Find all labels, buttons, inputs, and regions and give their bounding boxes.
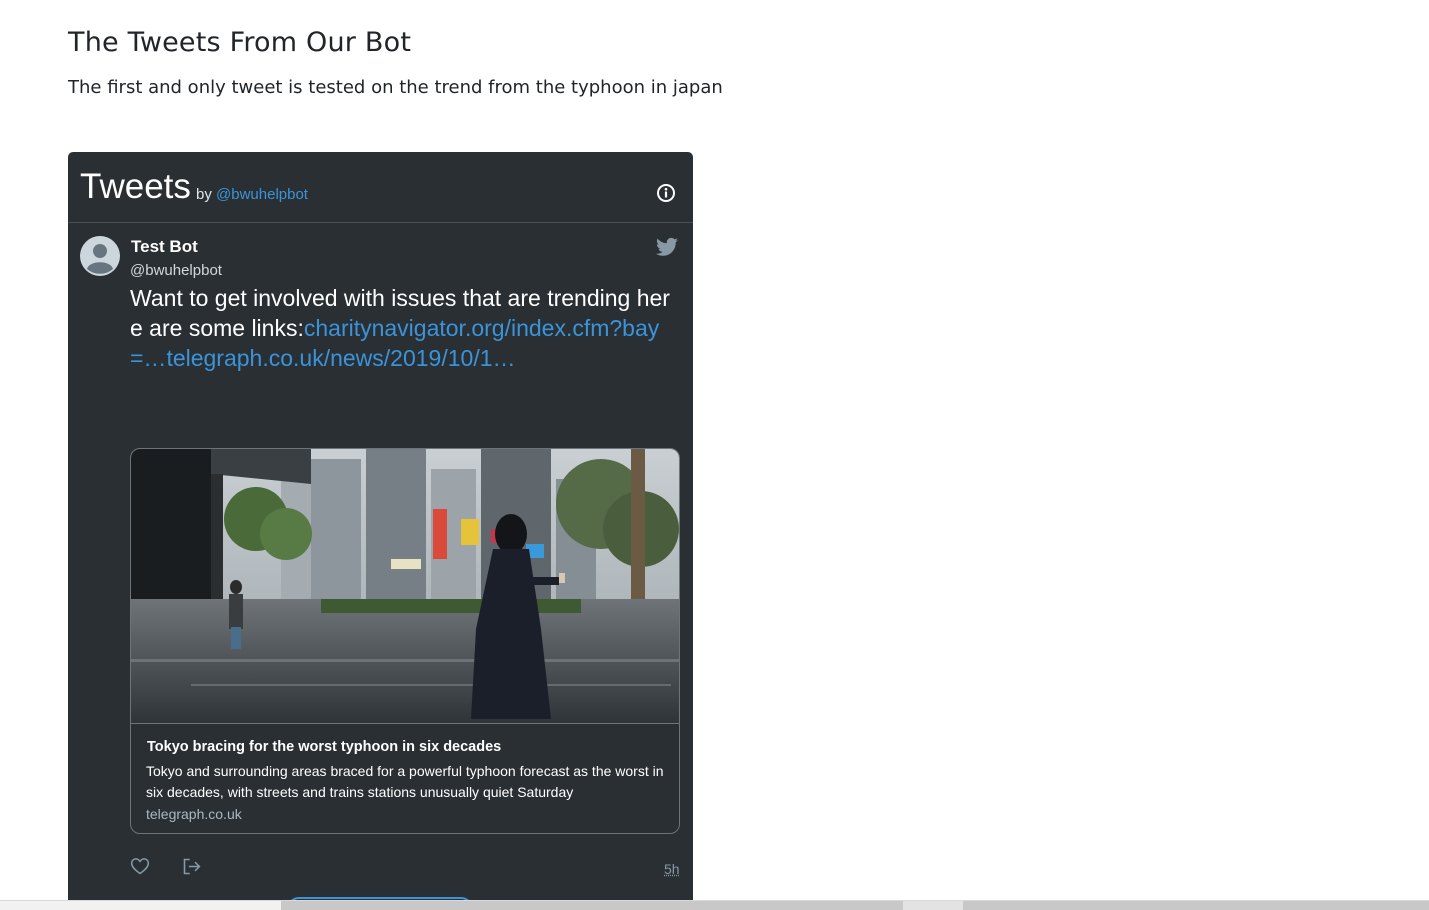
card-domain: telegraph.co.uk (146, 806, 242, 822)
page-title: The Tweets From Our Bot (68, 27, 412, 58)
link-preview-card[interactable]: Tokyo bracing for the worst typhoon in s… (130, 448, 680, 834)
tweet-link-telegraph[interactable]: telegraph.co.uk/news/2019/10/1… (166, 345, 515, 371)
tweet-timestamp[interactable]: 5h (664, 861, 680, 877)
card-description: Tokyo and surrounding areas braced for a… (146, 763, 664, 800)
page-description: The first and only tweet is tested on th… (68, 77, 723, 98)
twitter-bird-icon[interactable] (656, 237, 678, 257)
twitter-timeline-embed: Tweets by @bwuhelpbot Test Bot @bwuhelpb… (68, 152, 693, 900)
tweet-text: Want to get involved with issues that ar… (130, 283, 682, 373)
heart-icon[interactable] (130, 856, 150, 876)
timeline-header: Tweets by @bwuhelpbot (68, 152, 693, 223)
card-image-tokyo-rain[interactable] (131, 449, 679, 724)
timeline-by-label: by (196, 186, 212, 203)
info-icon[interactable] (656, 183, 676, 203)
avatar[interactable] (80, 236, 120, 276)
tweet-author-name[interactable]: Test Bot (131, 237, 198, 257)
timeline-byline: by @bwuhelpbot (196, 186, 308, 203)
card-title: Tokyo bracing for the worst typhoon in s… (147, 739, 502, 755)
timeline-handle-link[interactable]: @bwuhelpbot (216, 186, 308, 203)
tweet-author-handle[interactable]: @bwuhelpbot (130, 262, 222, 279)
share-icon[interactable] (181, 856, 202, 877)
timeline-title: Tweets (80, 167, 191, 206)
